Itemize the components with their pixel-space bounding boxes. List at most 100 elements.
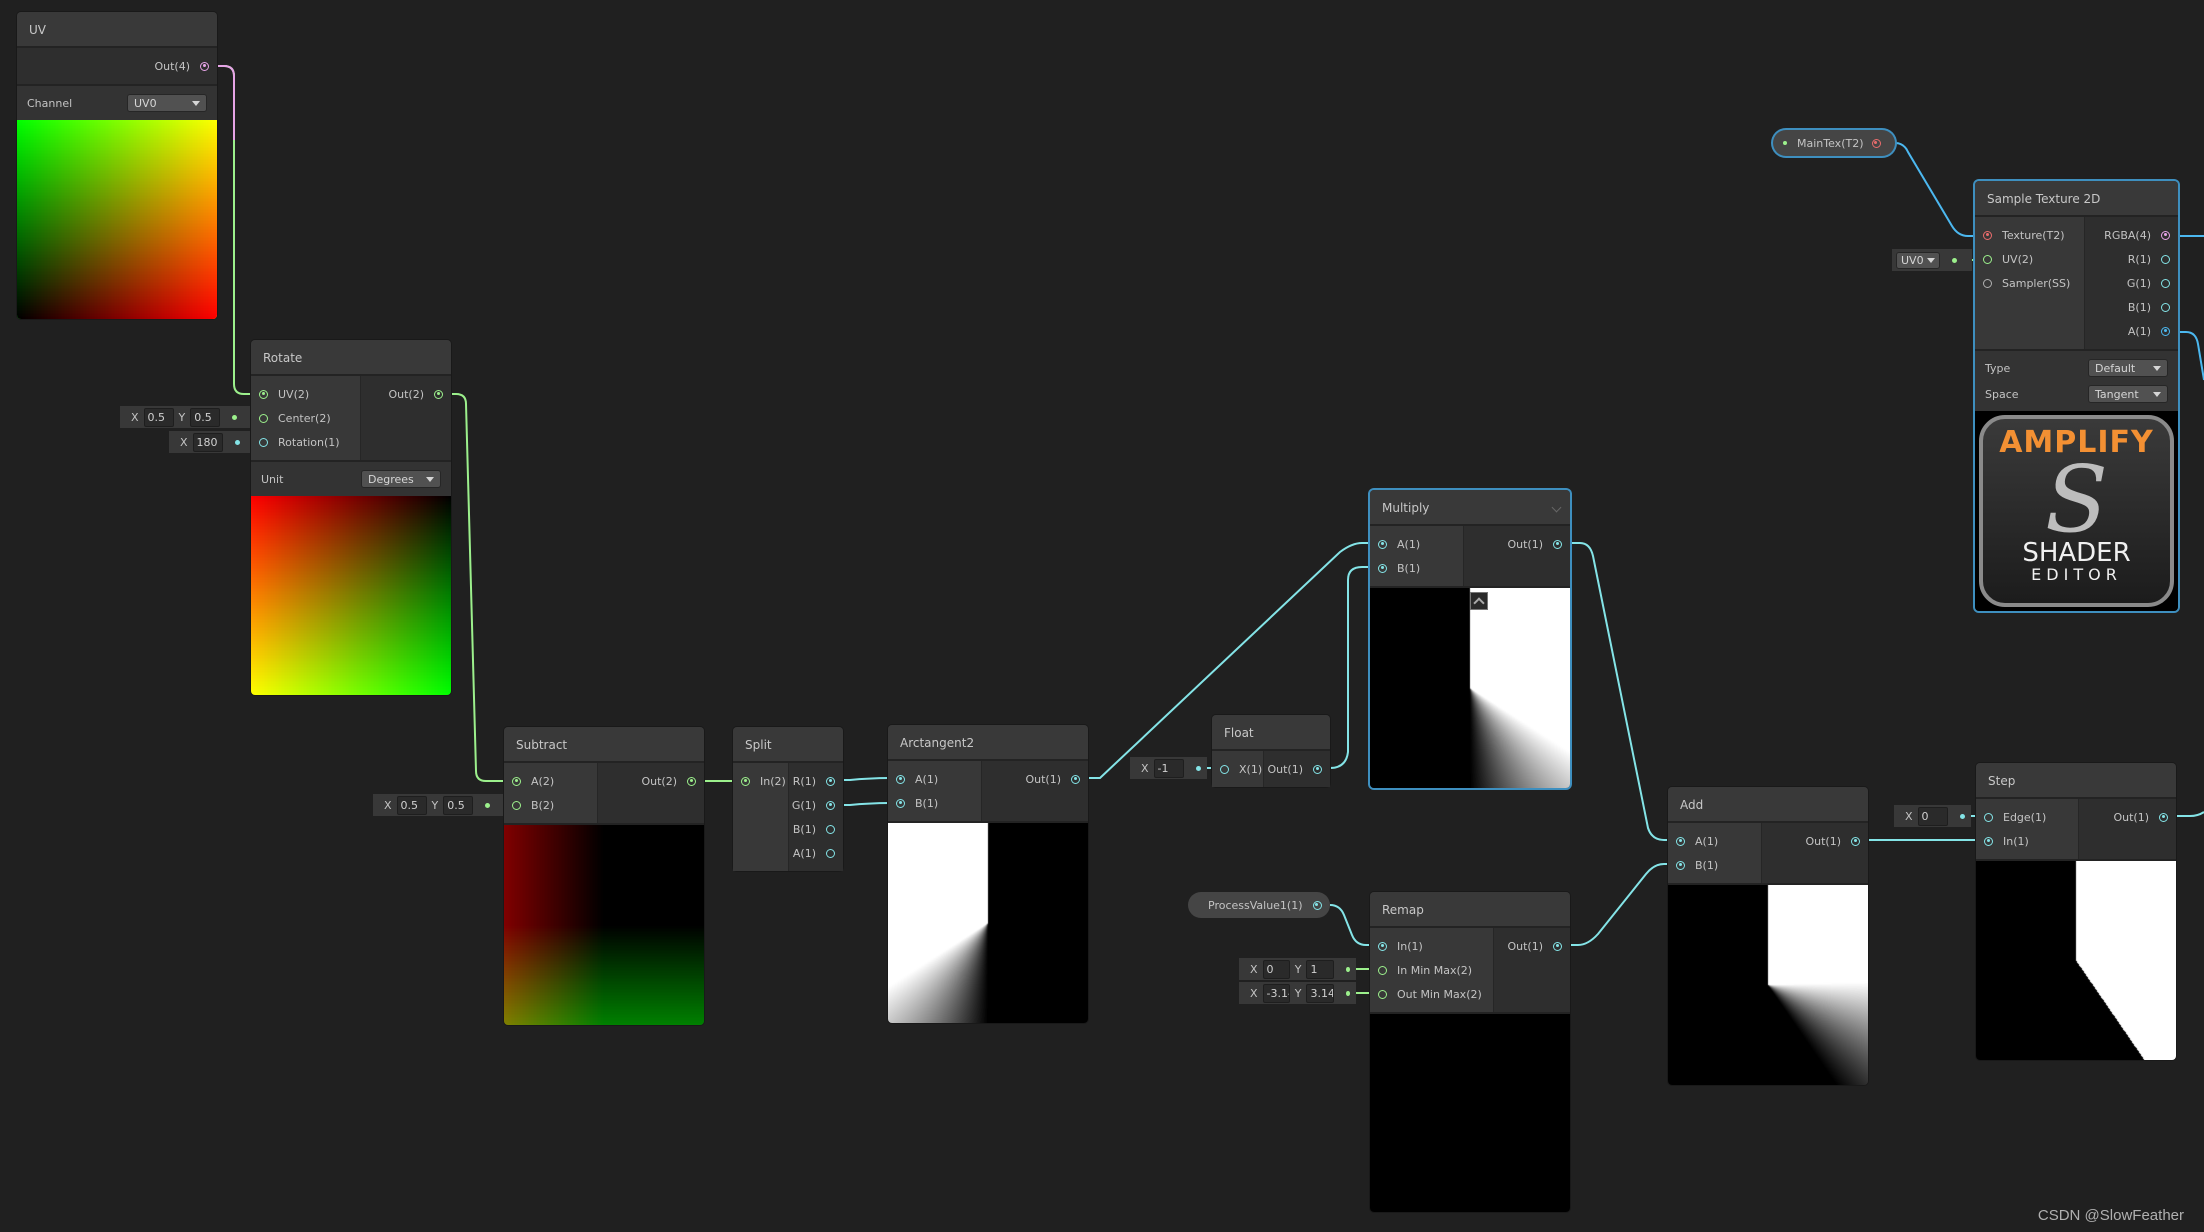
- port-connector-icon[interactable]: [1220, 764, 1229, 774]
- subtract-b-port[interactable]: B(2): [504, 793, 597, 817]
- rotation-x-input[interactable]: 180: [192, 432, 223, 452]
- float-x-field[interactable]: X -1: [1130, 757, 1207, 779]
- maintex-property-node[interactable]: MainTex(T2): [1773, 130, 1895, 156]
- b-y-input[interactable]: 0.5: [443, 795, 474, 815]
- add-node-title[interactable]: Add: [1668, 787, 1868, 823]
- add-node[interactable]: Add A(1) B(1) Out(1): [1668, 787, 1868, 1085]
- sampletex-uv-field[interactable]: UV0: [1892, 249, 1972, 271]
- arctangent2-b-port[interactable]: B(1): [888, 791, 981, 815]
- channel-dropdown[interactable]: UV0: [127, 94, 207, 112]
- chevron-down-icon[interactable]: [1551, 502, 1562, 513]
- sampletex-g-port[interactable]: G(1): [2085, 271, 2178, 295]
- port-connector-icon[interactable]: [512, 800, 521, 810]
- port-connector-icon[interactable]: [1378, 965, 1387, 975]
- subtract-a-port[interactable]: A(2): [504, 769, 597, 793]
- port-connector-icon[interactable]: [1313, 764, 1322, 774]
- uv-channel-dropdown[interactable]: UV0: [1896, 251, 1940, 269]
- step-node[interactable]: Step Edge(1) In(1) Out(1): [1976, 763, 2176, 1060]
- port-connector-icon[interactable]: [826, 800, 835, 810]
- split-in-port[interactable]: In(2): [733, 769, 788, 793]
- inminmax-x-input[interactable]: 0: [1262, 959, 1290, 979]
- port-connector-icon[interactable]: [1983, 278, 1992, 288]
- port-connector-icon[interactable]: [1871, 138, 1881, 148]
- port-connector-icon[interactable]: [259, 437, 268, 447]
- rotate-node[interactable]: Rotate UV(2) Center(2) Rotation(1) Out(2…: [251, 340, 451, 695]
- space-dropdown[interactable]: Tangent: [2088, 385, 2168, 403]
- port-connector-icon[interactable]: [896, 774, 905, 784]
- port-connector-icon[interactable]: [2161, 254, 2170, 264]
- subtract-out-port[interactable]: Out(2): [598, 769, 704, 793]
- split-b-port[interactable]: B(1): [789, 817, 843, 841]
- float-node[interactable]: Float X(1) Out(1): [1212, 715, 1330, 787]
- port-connector-icon[interactable]: [1378, 539, 1387, 549]
- collapse-preview-icon[interactable]: [1470, 592, 1488, 610]
- sampletex-r-port[interactable]: R(1): [2085, 247, 2178, 271]
- uv-node-title[interactable]: UV: [17, 12, 217, 48]
- port-connector-icon[interactable]: [512, 776, 521, 786]
- arctangent2-a-port[interactable]: A(1): [888, 767, 981, 791]
- rotate-rotation-port[interactable]: Rotation(1): [251, 430, 360, 454]
- center-y-input[interactable]: 0.5: [190, 407, 221, 427]
- subtract-node[interactable]: Subtract A(2) B(2) Out(2): [504, 727, 704, 1025]
- float-x-input[interactable]: -1: [1153, 758, 1184, 778]
- rotate-rotation-field[interactable]: X 180: [169, 431, 250, 453]
- multiply-node[interactable]: Multiply A(1) B(1) Out(1): [1370, 490, 1570, 788]
- port-connector-icon[interactable]: [741, 776, 750, 786]
- port-connector-icon[interactable]: [1553, 539, 1562, 549]
- split-g-port[interactable]: G(1): [789, 793, 843, 817]
- port-connector-icon[interactable]: [1676, 836, 1685, 846]
- rotate-out-port[interactable]: Out(2): [361, 382, 451, 406]
- arctangent2-node-title[interactable]: Arctangent2: [888, 725, 1088, 761]
- port-connector-icon[interactable]: [1851, 836, 1860, 846]
- float-x-port[interactable]: X(1): [1212, 757, 1263, 781]
- sampletex-sampler-port[interactable]: Sampler(SS): [1975, 271, 2084, 295]
- port-connector-icon[interactable]: [687, 776, 696, 786]
- step-node-title[interactable]: Step: [1976, 763, 2176, 799]
- port-connector-icon[interactable]: [1984, 812, 1993, 822]
- split-node[interactable]: Split In(2) R(1) G(1) B(1) A(1): [733, 727, 843, 871]
- remap-inminmax-field[interactable]: X 0 Y 1: [1239, 958, 1356, 980]
- b-x-input[interactable]: 0.5: [396, 795, 427, 815]
- port-connector-icon[interactable]: [2159, 812, 2168, 822]
- float-node-title[interactable]: Float: [1212, 715, 1330, 751]
- port-connector-icon[interactable]: [826, 776, 835, 786]
- sample-texture-2d-node[interactable]: Sample Texture 2D Texture(T2) UV(2) Samp…: [1975, 181, 2178, 611]
- port-connector-icon[interactable]: [1553, 941, 1562, 951]
- sampletex-texture-port[interactable]: Texture(T2): [1975, 223, 2084, 247]
- port-connector-icon[interactable]: [2161, 230, 2170, 240]
- center-x-input[interactable]: 0.5: [143, 407, 174, 427]
- port-connector-icon[interactable]: [259, 389, 268, 399]
- split-r-port[interactable]: R(1): [789, 769, 843, 793]
- multiply-out-port[interactable]: Out(1): [1464, 532, 1570, 556]
- add-out-port[interactable]: Out(1): [1762, 829, 1868, 853]
- port-connector-icon[interactable]: [434, 389, 443, 399]
- remap-node[interactable]: Remap In(1) In Min Max(2) Out Min Max(2)…: [1370, 892, 1570, 1212]
- remap-out-port[interactable]: Out(1): [1494, 934, 1570, 958]
- port-connector-icon[interactable]: [1378, 563, 1387, 573]
- split-node-title[interactable]: Split: [733, 727, 843, 763]
- rotate-center-port[interactable]: Center(2): [251, 406, 360, 430]
- port-connector-icon[interactable]: [1983, 254, 1992, 264]
- type-dropdown[interactable]: Default: [2088, 359, 2168, 377]
- sample-texture-2d-title[interactable]: Sample Texture 2D: [1975, 181, 2178, 217]
- arctangent2-node[interactable]: Arctangent2 A(1) B(1) Out(1): [888, 725, 1088, 1023]
- step-edge-field[interactable]: X 0: [1894, 805, 1971, 827]
- port-connector-icon[interactable]: [2161, 326, 2170, 336]
- rotate-center-field[interactable]: X 0.5 Y 0.5: [120, 406, 250, 428]
- step-in-port[interactable]: In(1): [1976, 829, 2078, 853]
- rotate-node-title[interactable]: Rotate: [251, 340, 451, 376]
- multiply-node-title[interactable]: Multiply: [1370, 490, 1570, 526]
- remap-inminmax-port[interactable]: In Min Max(2): [1370, 958, 1493, 982]
- edge-x-input[interactable]: 0: [1917, 806, 1948, 826]
- outminmax-y-input[interactable]: 3.14: [1306, 983, 1334, 1003]
- remap-in-port[interactable]: In(1): [1370, 934, 1493, 958]
- inminmax-y-input[interactable]: 1: [1306, 959, 1334, 979]
- port-connector-icon[interactable]: [2161, 278, 2170, 288]
- arctangent2-out-port[interactable]: Out(1): [982, 767, 1088, 791]
- uv-node[interactable]: UV Out(4) Channel UV0: [17, 12, 217, 319]
- add-a-port[interactable]: A(1): [1668, 829, 1761, 853]
- processvalue-property-node[interactable]: ProcessValue1(1): [1188, 892, 1330, 918]
- subtract-node-title[interactable]: Subtract: [504, 727, 704, 763]
- sampletex-a-port[interactable]: A(1): [2085, 319, 2178, 343]
- add-b-port[interactable]: B(1): [1668, 853, 1761, 877]
